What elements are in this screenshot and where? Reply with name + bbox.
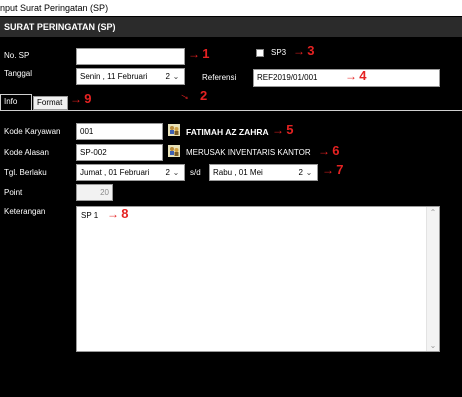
- annotation-9: → 9: [70, 91, 92, 106]
- sd-label: s/d: [190, 168, 201, 177]
- tgl-berlaku-to-value: Rabu , 01 Mei: [213, 168, 263, 177]
- annotation-1: → 1: [188, 46, 210, 61]
- kode-alasan-input[interactable]: SP-002: [76, 144, 163, 161]
- chevron-down-icon[interactable]: ⌄: [303, 165, 315, 180]
- keterangan-textarea[interactable]: SP 1 ⌃ ⌄: [76, 206, 440, 352]
- chevron-down-icon[interactable]: ⌄: [170, 165, 182, 180]
- scroll-down-icon[interactable]: ⌄: [427, 341, 439, 350]
- annotation-6: → 6: [318, 143, 340, 158]
- annotation-2-arrow: →: [177, 86, 195, 105]
- kode-karyawan-input[interactable]: 001: [76, 123, 163, 140]
- tab-divider: [0, 110, 462, 111]
- annotation-7: → 7: [322, 162, 344, 177]
- tgl-berlaku-label: Tgl. Berlaku: [4, 168, 47, 177]
- sp3-checkbox[interactable]: [256, 49, 264, 57]
- annotation-3: → 3: [293, 43, 315, 58]
- window-title: nput Surat Peringatan (SP): [0, 3, 109, 13]
- tanggal-date-picker[interactable]: Senin , 11 Februari 2 ⌄: [76, 68, 185, 85]
- tgl-berlaku-to-picker[interactable]: Rabu , 01 Mei 2 ⌄: [209, 164, 318, 181]
- keterangan-value: SP 1: [81, 211, 99, 220]
- annotation-5: → 5: [272, 122, 294, 137]
- no-sp-input[interactable]: [76, 48, 185, 65]
- tab-info[interactable]: Info: [0, 94, 32, 110]
- tanggal-value: Senin , 11 Februari: [80, 72, 148, 81]
- point-label: Point: [4, 188, 23, 197]
- karyawan-name: FATIMAH AZ ZAHRA: [186, 127, 269, 137]
- annotation-8: → 8: [107, 206, 129, 221]
- form-header: SURAT PERINGATAN (SP): [0, 17, 462, 37]
- annotation-4: → 4: [345, 68, 367, 83]
- tgl-berlaku-from-value: Jumat , 01 Februari: [80, 168, 150, 177]
- sp3-label: SP3: [271, 48, 287, 57]
- keterangan-label: Keterangan: [4, 207, 46, 216]
- kode-alasan-label: Kode Alasan: [4, 148, 49, 157]
- tgl-berlaku-from-picker[interactable]: Jumat , 01 Februari 2 ⌄: [76, 164, 185, 181]
- keterangan-scrollbar[interactable]: ⌃ ⌄: [426, 207, 439, 351]
- tab-format[interactable]: Format: [33, 96, 68, 110]
- chevron-down-icon[interactable]: ⌄: [170, 69, 182, 84]
- no-sp-label: No. SP: [4, 51, 30, 60]
- alasan-lookup-icon[interactable]: [168, 145, 180, 159]
- point-input: 20: [76, 184, 113, 201]
- form-header-title: SURAT PERINGATAN (SP): [4, 22, 116, 32]
- tanggal-label: Tanggal: [4, 69, 33, 78]
- alasan-name: MERUSAK INVENTARIS KANTOR: [186, 148, 311, 157]
- referensi-label: Referensi: [202, 73, 237, 82]
- scroll-up-icon[interactable]: ⌃: [427, 208, 439, 217]
- annotation-2: 2: [200, 88, 208, 103]
- window-titlebar: nput Surat Peringatan (SP): [0, 0, 462, 16]
- person-lookup-icon[interactable]: [168, 124, 180, 138]
- kode-karyawan-label: Kode Karyawan: [4, 127, 61, 136]
